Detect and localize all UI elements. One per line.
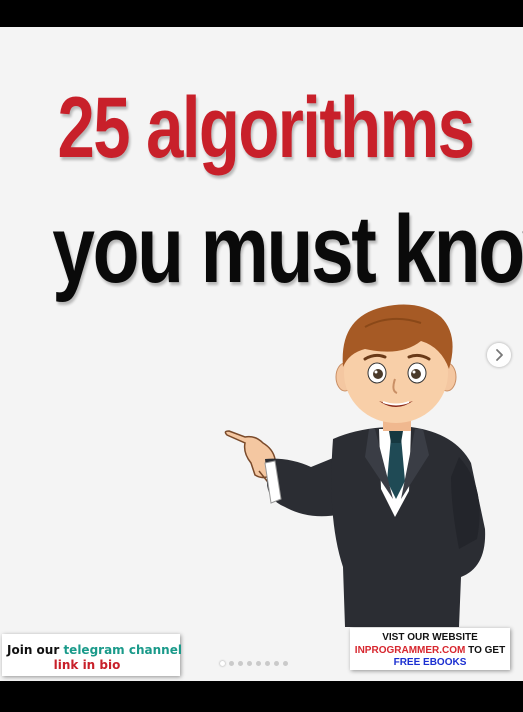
top-bar xyxy=(0,0,523,27)
carousel-next-button[interactable] xyxy=(487,343,511,367)
headline-line-1: 25 algorithms xyxy=(57,80,475,176)
website-suffix: TO GET xyxy=(468,645,506,656)
telegram-banner: Join our telegram channel link in bio xyxy=(2,634,182,676)
carousel-dot[interactable] xyxy=(283,661,288,666)
carousel-dot[interactable] xyxy=(229,661,234,666)
telegram-link-in-bio: link in bio xyxy=(53,658,121,672)
website-url: INPROGRAMMER.COM xyxy=(354,645,466,656)
carousel-dot[interactable] xyxy=(238,661,243,666)
bottom-bar xyxy=(0,681,523,712)
carousel-dot[interactable] xyxy=(247,661,252,666)
telegram-highlight: telegram channel xyxy=(63,643,182,657)
website-banner-line-3: FREE EBOOKS xyxy=(393,657,467,668)
website-banner: VIST OUR WEBSITE INPROGRAMMER.COM TO GET… xyxy=(350,628,510,670)
carousel-dots xyxy=(220,661,288,667)
telegram-banner-line-1: Join our telegram channel xyxy=(7,643,182,657)
carousel-dot[interactable] xyxy=(274,661,279,666)
carousel-dot[interactable] xyxy=(265,661,270,666)
businessman-illustration xyxy=(224,304,486,627)
website-banner-line-1: VIST OUR WEBSITE xyxy=(382,632,478,643)
carousel-dot[interactable] xyxy=(256,661,261,666)
chevron-right-icon xyxy=(496,349,503,361)
website-banner-line-2: INPROGRAMMER.COM TO GET xyxy=(350,645,510,656)
telegram-prefix: Join our xyxy=(7,643,60,657)
carousel-dot[interactable] xyxy=(220,661,225,666)
post-image: 25 algorithms you must know xyxy=(0,27,523,681)
